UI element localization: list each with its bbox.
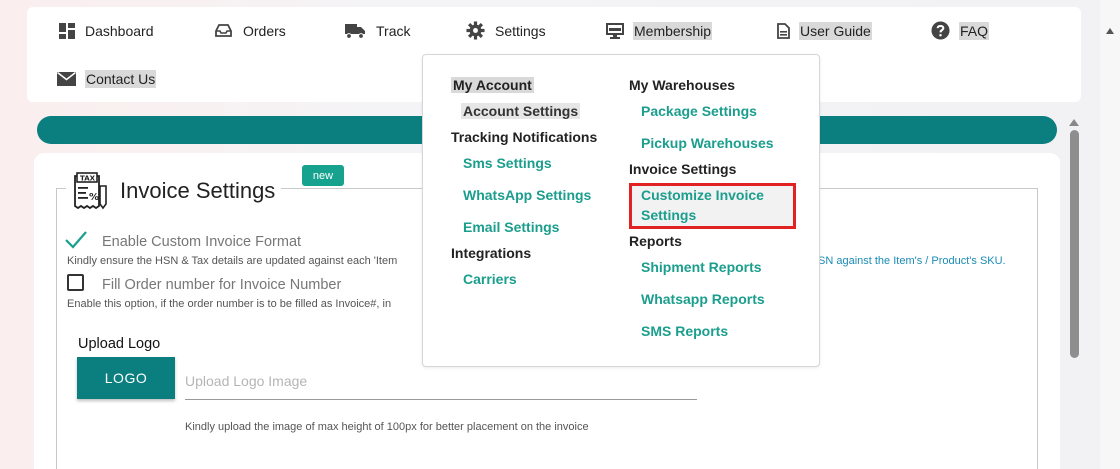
svg-text:%: % [89,192,99,203]
invoice-settings-header: TAX % Invoice Settings [66,168,282,214]
nav-dashboard[interactable]: Dashboard [59,22,155,40]
truck-icon [345,24,365,39]
menu-item-sms-settings[interactable]: Sms Settings [463,155,552,171]
enable-custom-format-help-link[interactable]: SN against the Item's / Product's SKU. [818,255,1006,267]
page-scrollbar-arrow-icon[interactable] [1103,8,1117,58]
menu-item-package-settings[interactable]: Package Settings [641,103,757,119]
fill-order-number-help: Enable this option, if the order number … [67,298,392,310]
nav-dashboard-label: Dashboard [85,23,154,39]
menu-item-carriers[interactable]: Carriers [463,271,517,287]
new-badge: new [302,165,344,186]
monitor-icon [606,23,624,39]
nav-contact-us-label: Contact Us [85,70,157,88]
nav-contact-us[interactable]: Contact Us [57,70,157,88]
menu-item-whatsapp-reports[interactable]: Whatsapp Reports [641,291,765,307]
nav-user-guide[interactable]: User Guide [777,22,872,40]
menu-item-customize-invoice-settings[interactable]: Customize Invoice Settings [641,185,791,225]
menu-heading-integrations: Integrations [451,245,532,261]
upload-logo-label: Upload Logo [78,336,161,352]
menu-item-pickup-warehouses[interactable]: Pickup Warehouses [641,135,774,151]
nav-orders-label: Orders [243,23,286,39]
logo-upload-button[interactable]: LOGO [77,357,175,399]
menu-item-shipment-reports[interactable]: Shipment Reports [641,259,762,275]
menu-heading-invoice-settings: Invoice Settings [629,161,737,177]
gear-icon [466,21,485,40]
page-title: Invoice Settings [120,178,276,203]
envelope-icon [57,72,76,86]
fill-order-number-label: Fill Order number for Invoice Number [102,277,342,293]
nav-settings[interactable]: Settings [466,21,547,40]
menu-heading-tracking-notifications: Tracking Notifications [451,129,598,145]
menu-item-account-settings[interactable]: Account Settings [461,103,581,119]
document-icon [777,23,790,39]
nav-track-label: Track [376,23,411,39]
logo-upload-help: Kindly upload the image of max height of… [185,421,589,433]
page-scrollbar-track[interactable] [1100,0,1120,469]
nav-membership-label: Membership [633,22,713,40]
nav-membership[interactable]: Membership [606,22,713,40]
logo-image-input[interactable] [185,362,697,400]
dashboard-icon [59,23,75,39]
question-circle-icon [931,21,950,40]
menu-item-sms-reports[interactable]: SMS Reports [641,323,728,339]
menu-item-email-settings[interactable]: Email Settings [463,219,559,235]
nav-track[interactable]: Track [345,22,411,40]
nav-settings-label: Settings [495,22,546,39]
menu-heading-my-account[interactable]: My Account [451,77,534,93]
svg-text:TAX: TAX [80,175,96,183]
content-scrollbar-thumb[interactable] [1070,130,1079,358]
enable-custom-format-label: Enable Custom Invoice Format [102,234,302,250]
scroll-up-arrow-icon[interactable] [1069,118,1079,126]
fill-order-number-checkbox[interactable] [67,274,84,291]
nav-orders[interactable]: Orders [214,22,287,40]
menu-heading-reports: Reports [629,233,682,249]
checkmark-icon[interactable] [64,230,88,250]
tax-invoice-icon: TAX % [74,172,107,210]
menu-heading-my-warehouses: My Warehouses [629,77,736,93]
enable-custom-format-help: Kindly ensure the HSN & Tax details are … [67,255,398,267]
menu-item-whatsapp-settings[interactable]: WhatsApp Settings [463,187,591,203]
nav-faq-label: FAQ [959,21,990,40]
inbox-tray-icon [215,24,232,37]
nav-user-guide-label: User Guide [799,22,872,40]
nav-faq[interactable]: FAQ [931,21,990,40]
